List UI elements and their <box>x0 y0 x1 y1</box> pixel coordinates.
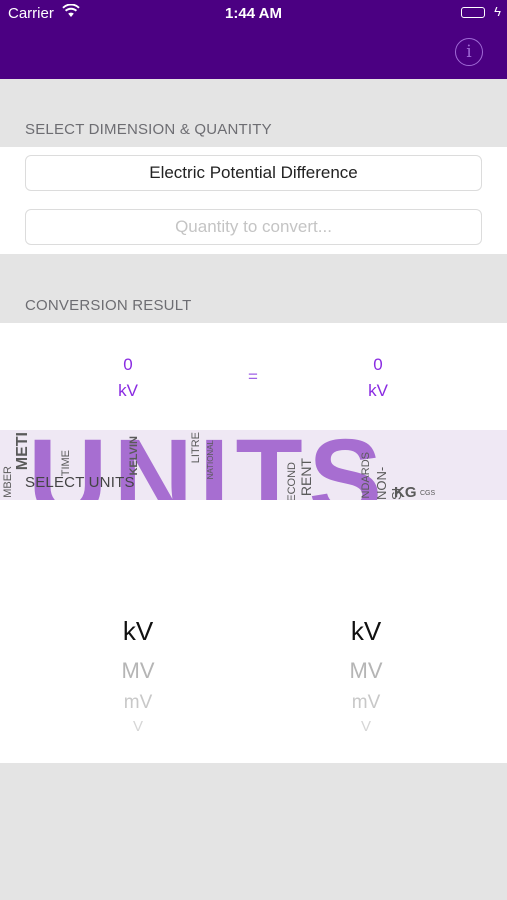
result-right-value: 0 <box>373 355 383 374</box>
charging-icon: ϟ <box>494 4 501 19</box>
unit-pickers: kV MV mV V kV MV mV V <box>0 500 507 763</box>
picker-option[interactable]: mV <box>38 692 238 714</box>
banner-word: LITRE <box>190 432 202 464</box>
units-section-header: SELECT UNITS <box>25 474 135 491</box>
banner-word: CGS <box>420 490 436 497</box>
from-unit-picker[interactable]: kV MV mV V <box>38 500 238 763</box>
result-left-value: 0 <box>123 355 133 374</box>
picker-option[interactable]: V <box>266 718 466 735</box>
result-right-unit: kV <box>368 381 388 400</box>
banner-word: MBER <box>2 466 14 498</box>
banner-word: METI <box>14 432 31 471</box>
picker-option[interactable]: MV <box>266 658 466 684</box>
picker-option[interactable]: V <box>38 718 238 735</box>
banner-word: NATIONAL <box>206 440 215 480</box>
status-bar: Carrier 1:44 AM ϟ <box>0 0 507 28</box>
dimension-selector[interactable]: Electric Potential Difference <box>25 155 482 191</box>
equals-sign: = <box>248 367 258 386</box>
banner-word: KG <box>394 484 417 500</box>
banner-word: SECOND <box>286 462 298 500</box>
banner-word: RENT <box>298 458 314 497</box>
nav-bar: i <box>0 28 507 79</box>
result-section-header: CONVERSION RESULT <box>25 297 192 314</box>
battery-icon <box>461 7 485 18</box>
picker-option[interactable]: MV <box>38 658 238 684</box>
info-icon[interactable]: i <box>455 38 483 66</box>
quantity-input[interactable] <box>25 209 482 245</box>
dimension-section-header: SELECT DIMENSION & QUANTITY <box>25 121 272 138</box>
banner-word: TIME <box>60 450 72 477</box>
banner-word: NDARDS <box>360 452 372 499</box>
picker-selected-option[interactable]: kV <box>38 616 238 647</box>
banner-word: KELVIN <box>128 436 140 476</box>
dimension-panel: Electric Potential Difference <box>0 147 507 254</box>
to-unit-picker[interactable]: kV MV mV V <box>266 500 466 763</box>
picker-selected-option[interactable]: kV <box>266 616 466 647</box>
picker-option[interactable]: mV <box>266 692 466 714</box>
status-time: 1:44 AM <box>225 5 282 22</box>
result-left-unit: kV <box>118 381 138 400</box>
